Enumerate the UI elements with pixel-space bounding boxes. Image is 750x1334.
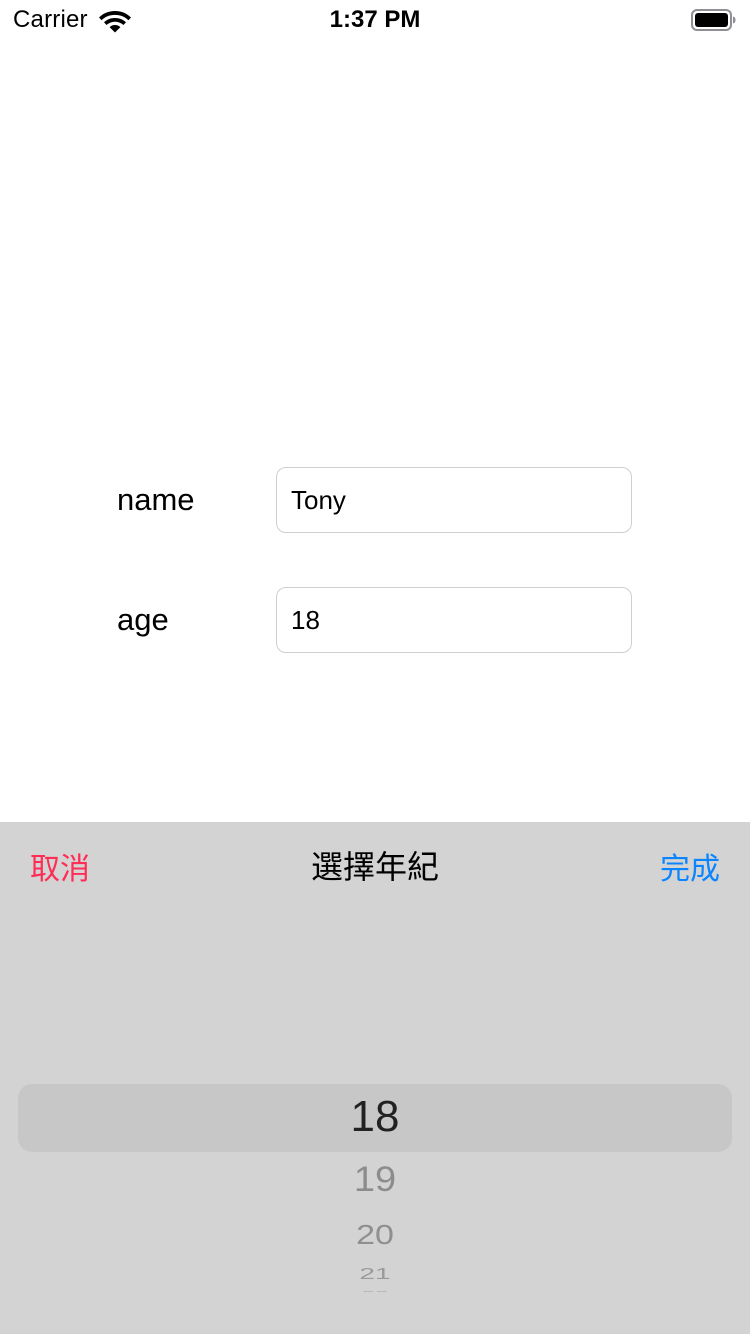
status-time: 1:37 PM (329, 6, 421, 33)
picker-option[interactable]: 22 (0, 1290, 750, 1292)
battery-icon (691, 9, 736, 31)
age-field[interactable] (276, 587, 632, 653)
name-label: name (117, 482, 195, 517)
picker-option[interactable]: 19 (0, 1161, 750, 1201)
done-button[interactable]: 完成 (660, 844, 720, 888)
picker-option[interactable]: 21 (0, 1265, 750, 1280)
picker-option[interactable]: 20 (0, 1220, 750, 1252)
age-label: age (117, 602, 169, 637)
status-bar: Carrier 1:37 PM (0, 0, 750, 40)
age-picker-wheel[interactable]: 18 19 20 21 22 (0, 822, 750, 1334)
cancel-button[interactable]: 取消 (30, 844, 90, 888)
age-picker-panel: 18 19 20 21 22 取消 選擇年紀 完成 (0, 822, 750, 1334)
name-field[interactable] (276, 467, 632, 533)
picker-option-selected[interactable]: 18 (0, 1092, 750, 1142)
